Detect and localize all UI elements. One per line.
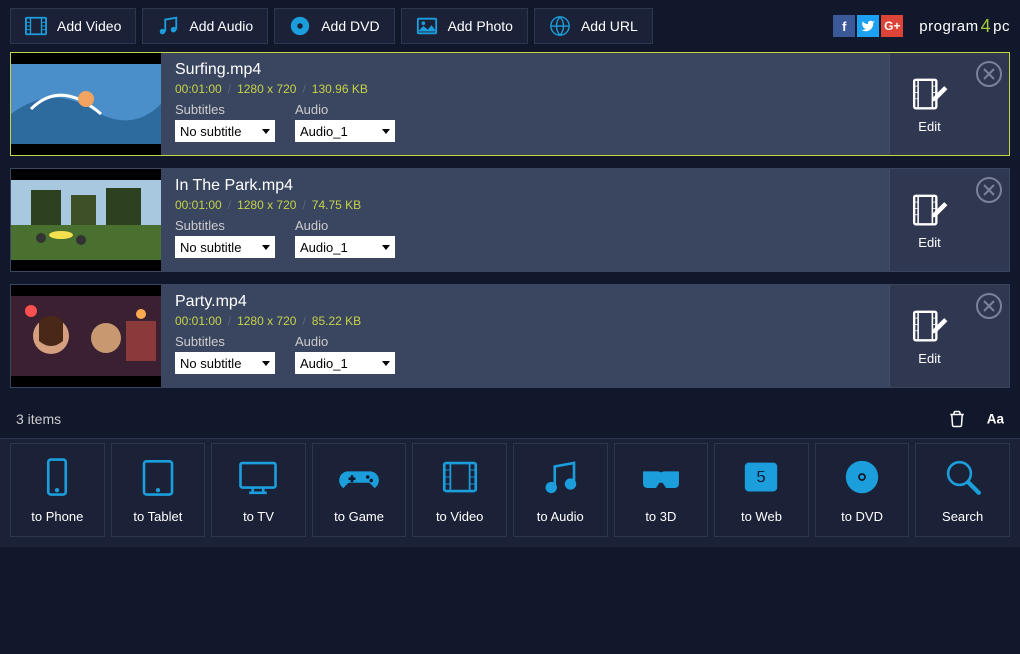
social-links: f G+ xyxy=(833,15,903,37)
output-label: Search xyxy=(942,509,983,524)
top-toolbar: Add Video Add Audio Add DVD Add Photo Ad… xyxy=(0,0,1020,52)
item-count: 3 items xyxy=(16,411,61,427)
output-tv-button[interactable]: to TV xyxy=(211,443,306,537)
file-meta: 00:01:00/1280 x 720/85.22 KB xyxy=(175,314,875,328)
file-row[interactable]: Party.mp4 00:01:00/1280 x 720/85.22 KB S… xyxy=(10,284,1010,388)
photo-icon xyxy=(416,15,438,37)
audio-dropdown[interactable]: Audio_1 xyxy=(295,236,395,258)
output-row: to Phone to Tablet to TV to Game to Video to … xyxy=(0,438,1020,547)
output-phone-button[interactable]: to Phone xyxy=(10,443,105,537)
twitter-button[interactable] xyxy=(857,15,879,37)
output-game-button[interactable]: to Game xyxy=(312,443,407,537)
output-audio-button[interactable]: to Audio xyxy=(513,443,608,537)
file-list: Surfing.mp4 00:01:00/1280 x 720/130.96 K… xyxy=(0,52,1020,388)
web-icon: 5 xyxy=(738,456,784,501)
audio-icon xyxy=(537,456,583,501)
game-icon xyxy=(336,456,382,501)
close-col xyxy=(969,53,1009,155)
dvd-icon xyxy=(839,456,885,501)
output-label: to Phone xyxy=(31,509,83,524)
add-photo-label: Add Photo xyxy=(448,18,513,34)
output-label: to Web xyxy=(741,509,782,524)
file-meta: 00:01:00/1280 x 720/74.75 KB xyxy=(175,198,875,212)
search-icon xyxy=(940,456,986,501)
file-meta: 00:01:00/1280 x 720/130.96 KB xyxy=(175,82,875,96)
file-name: Party.mp4 xyxy=(175,293,875,311)
tablet-icon xyxy=(135,456,181,501)
svg-text:5: 5 xyxy=(757,466,767,486)
edit-button[interactable]: Edit xyxy=(889,285,969,387)
close-col xyxy=(969,169,1009,271)
subtitles-dropdown[interactable]: No subtitle xyxy=(175,120,275,142)
output-label: to Tablet xyxy=(133,509,182,524)
output-video-button[interactable]: to Video xyxy=(412,443,507,537)
file-info: In The Park.mp4 00:01:00/1280 x 720/74.7… xyxy=(161,169,889,271)
file-thumbnail xyxy=(11,53,161,155)
output-search-button[interactable]: Search xyxy=(915,443,1010,537)
audio-dropdown[interactable]: Audio_1 xyxy=(295,352,395,374)
output-label: to DVD xyxy=(841,509,883,524)
subtitles-label: Subtitles xyxy=(175,218,275,233)
output-label: to Audio xyxy=(537,509,584,524)
output-dvd-button[interactable]: to DVD xyxy=(815,443,910,537)
file-row[interactable]: In The Park.mp4 00:01:00/1280 x 720/74.7… xyxy=(10,168,1010,272)
add-url-button[interactable]: Add URL xyxy=(534,8,653,44)
file-info: Surfing.mp4 00:01:00/1280 x 720/130.96 K… xyxy=(161,53,889,155)
audio-label: Audio xyxy=(295,218,395,233)
add-photo-button[interactable]: Add Photo xyxy=(401,8,528,44)
audio-label: Audio xyxy=(295,102,395,117)
file-name: Surfing.mp4 xyxy=(175,61,875,79)
edit-button[interactable]: Edit xyxy=(889,169,969,271)
subtitles-dropdown[interactable]: No subtitle xyxy=(175,236,275,258)
audio-label: Audio xyxy=(295,334,395,349)
output-3d-button[interactable]: to 3D xyxy=(614,443,709,537)
subtitles-label: Subtitles xyxy=(175,102,275,117)
edit-button[interactable]: Edit xyxy=(889,53,969,155)
output-label: to TV xyxy=(243,509,274,524)
add-audio-label: Add Audio xyxy=(189,18,253,34)
globe-icon xyxy=(549,15,571,37)
close-col xyxy=(969,285,1009,387)
file-name: In The Park.mp4 xyxy=(175,177,875,195)
add-dvd-button[interactable]: Add DVD xyxy=(274,8,394,44)
video-icon xyxy=(437,456,483,501)
phone-icon xyxy=(34,456,80,501)
trash-icon[interactable] xyxy=(948,410,966,428)
output-label: to Video xyxy=(436,509,483,524)
svg-text:Aa: Aa xyxy=(987,412,1004,427)
add-video-label: Add Video xyxy=(57,18,121,34)
rename-icon[interactable]: Aa xyxy=(986,410,1004,428)
output-tablet-button[interactable]: to Tablet xyxy=(111,443,206,537)
add-video-button[interactable]: Add Video xyxy=(10,8,136,44)
remove-button[interactable] xyxy=(976,293,1002,319)
audio-dropdown[interactable]: Audio_1 xyxy=(295,120,395,142)
status-bar: 3 items Aa xyxy=(0,400,1020,438)
subtitles-dropdown[interactable]: No subtitle xyxy=(175,352,275,374)
output-web-button[interactable]: 5 to Web xyxy=(714,443,809,537)
film-icon xyxy=(25,15,47,37)
3d-icon xyxy=(638,456,684,501)
music-icon xyxy=(157,15,179,37)
googleplus-button[interactable]: G+ xyxy=(881,15,903,37)
subtitles-label: Subtitles xyxy=(175,334,275,349)
add-url-label: Add URL xyxy=(581,18,638,34)
remove-button[interactable] xyxy=(976,177,1002,203)
file-thumbnail xyxy=(11,285,161,387)
file-info: Party.mp4 00:01:00/1280 x 720/85.22 KB S… xyxy=(161,285,889,387)
disc-icon xyxy=(289,15,311,37)
add-dvd-label: Add DVD xyxy=(321,18,379,34)
facebook-button[interactable]: f xyxy=(833,15,855,37)
file-row[interactable]: Surfing.mp4 00:01:00/1280 x 720/130.96 K… xyxy=(10,52,1010,156)
remove-button[interactable] xyxy=(976,61,1002,87)
file-thumbnail xyxy=(11,169,161,271)
output-label: to Game xyxy=(334,509,384,524)
output-label: to 3D xyxy=(645,509,676,524)
add-audio-button[interactable]: Add Audio xyxy=(142,8,268,44)
tv-icon xyxy=(235,456,281,501)
brand-logo: program4pc xyxy=(919,16,1010,37)
